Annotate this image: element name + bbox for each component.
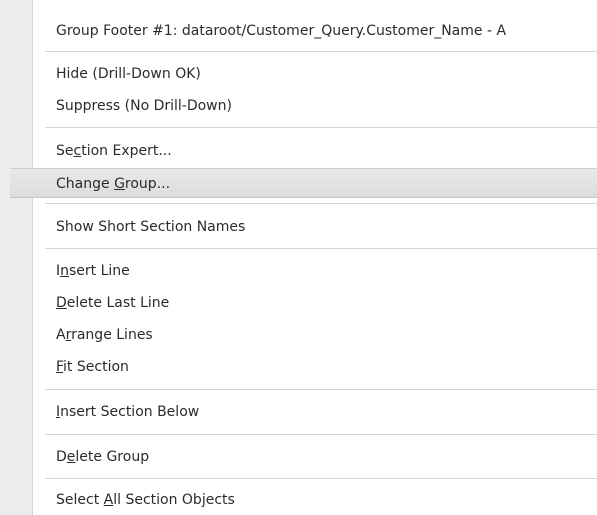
menu-item-label: A — [56, 327, 66, 343]
menu-item-label: Select — [56, 492, 104, 508]
menu-item-arrange-lines[interactable]: Arrange Lines — [0, 320, 597, 350]
menu-item-show-short-section-names[interactable]: Show Short Section Names — [0, 212, 597, 242]
context-menu: Group Footer #1: dataroot/Customer_Query… — [0, 0, 597, 515]
menu-item-hide[interactable]: Hide (Drill-Down OK) — [0, 59, 597, 89]
menu-item-select-all-section-objects[interactable]: Select All Section Objects — [0, 485, 597, 515]
menu-item-label: Change — [56, 176, 115, 192]
menu-item-delete-last-line[interactable]: Delete Last Line — [0, 288, 597, 318]
menu-item-accelerator: D — [56, 295, 67, 311]
menu-separator — [45, 478, 597, 479]
menu-separator — [45, 248, 597, 249]
menu-item-label: sert Line — [69, 263, 130, 279]
menu-separator — [45, 127, 597, 128]
menu-item-change-group[interactable]: Change Group... — [10, 168, 597, 198]
menu-item-label: Show Short Section Names — [56, 219, 246, 235]
menu-item-label: Hide (Drill-Down OK) — [56, 66, 201, 82]
menu-separator — [45, 389, 597, 390]
menu-separator — [45, 51, 597, 52]
menu-separator — [45, 434, 597, 435]
menu-item-suppress[interactable]: Suppress (No Drill-Down) — [0, 91, 597, 121]
menu-item-accelerator: n — [60, 263, 70, 279]
menu-item-label: Se — [56, 143, 74, 159]
menu-item-section-expert[interactable]: Section Expert... — [0, 136, 597, 166]
menu-separator — [45, 203, 597, 204]
menu-item-accelerator: G — [114, 176, 125, 192]
menu-item-label: nsert Section Below — [60, 404, 200, 420]
menu-item-fit-section[interactable]: Fit Section — [0, 352, 597, 382]
menu-item-label: tion Expert... — [81, 143, 172, 159]
menu-item-insert-section-below[interactable]: Insert Section Below — [0, 397, 597, 427]
menu-item-label: lete Group — [75, 449, 150, 465]
menu-item-accelerator: F — [56, 359, 64, 375]
menu-item-label: Suppress (No Drill-Down) — [56, 98, 232, 114]
menu-item-delete-group[interactable]: Delete Group — [0, 442, 597, 472]
menu-item-accelerator: A — [103, 492, 114, 508]
menu-header-group-footer: Group Footer #1: dataroot/Customer_Query… — [56, 23, 507, 39]
menu-item-label: D — [56, 449, 67, 465]
menu-item-label: ll Section Objects — [113, 492, 235, 508]
menu-item-label: range Lines — [71, 327, 153, 343]
menu-item-insert-line[interactable]: Insert Line — [0, 256, 597, 286]
menu-item-label: roup... — [124, 176, 171, 192]
menu-item-label: it Section — [63, 359, 129, 375]
menu-item-label: elete Last Line — [66, 295, 170, 311]
